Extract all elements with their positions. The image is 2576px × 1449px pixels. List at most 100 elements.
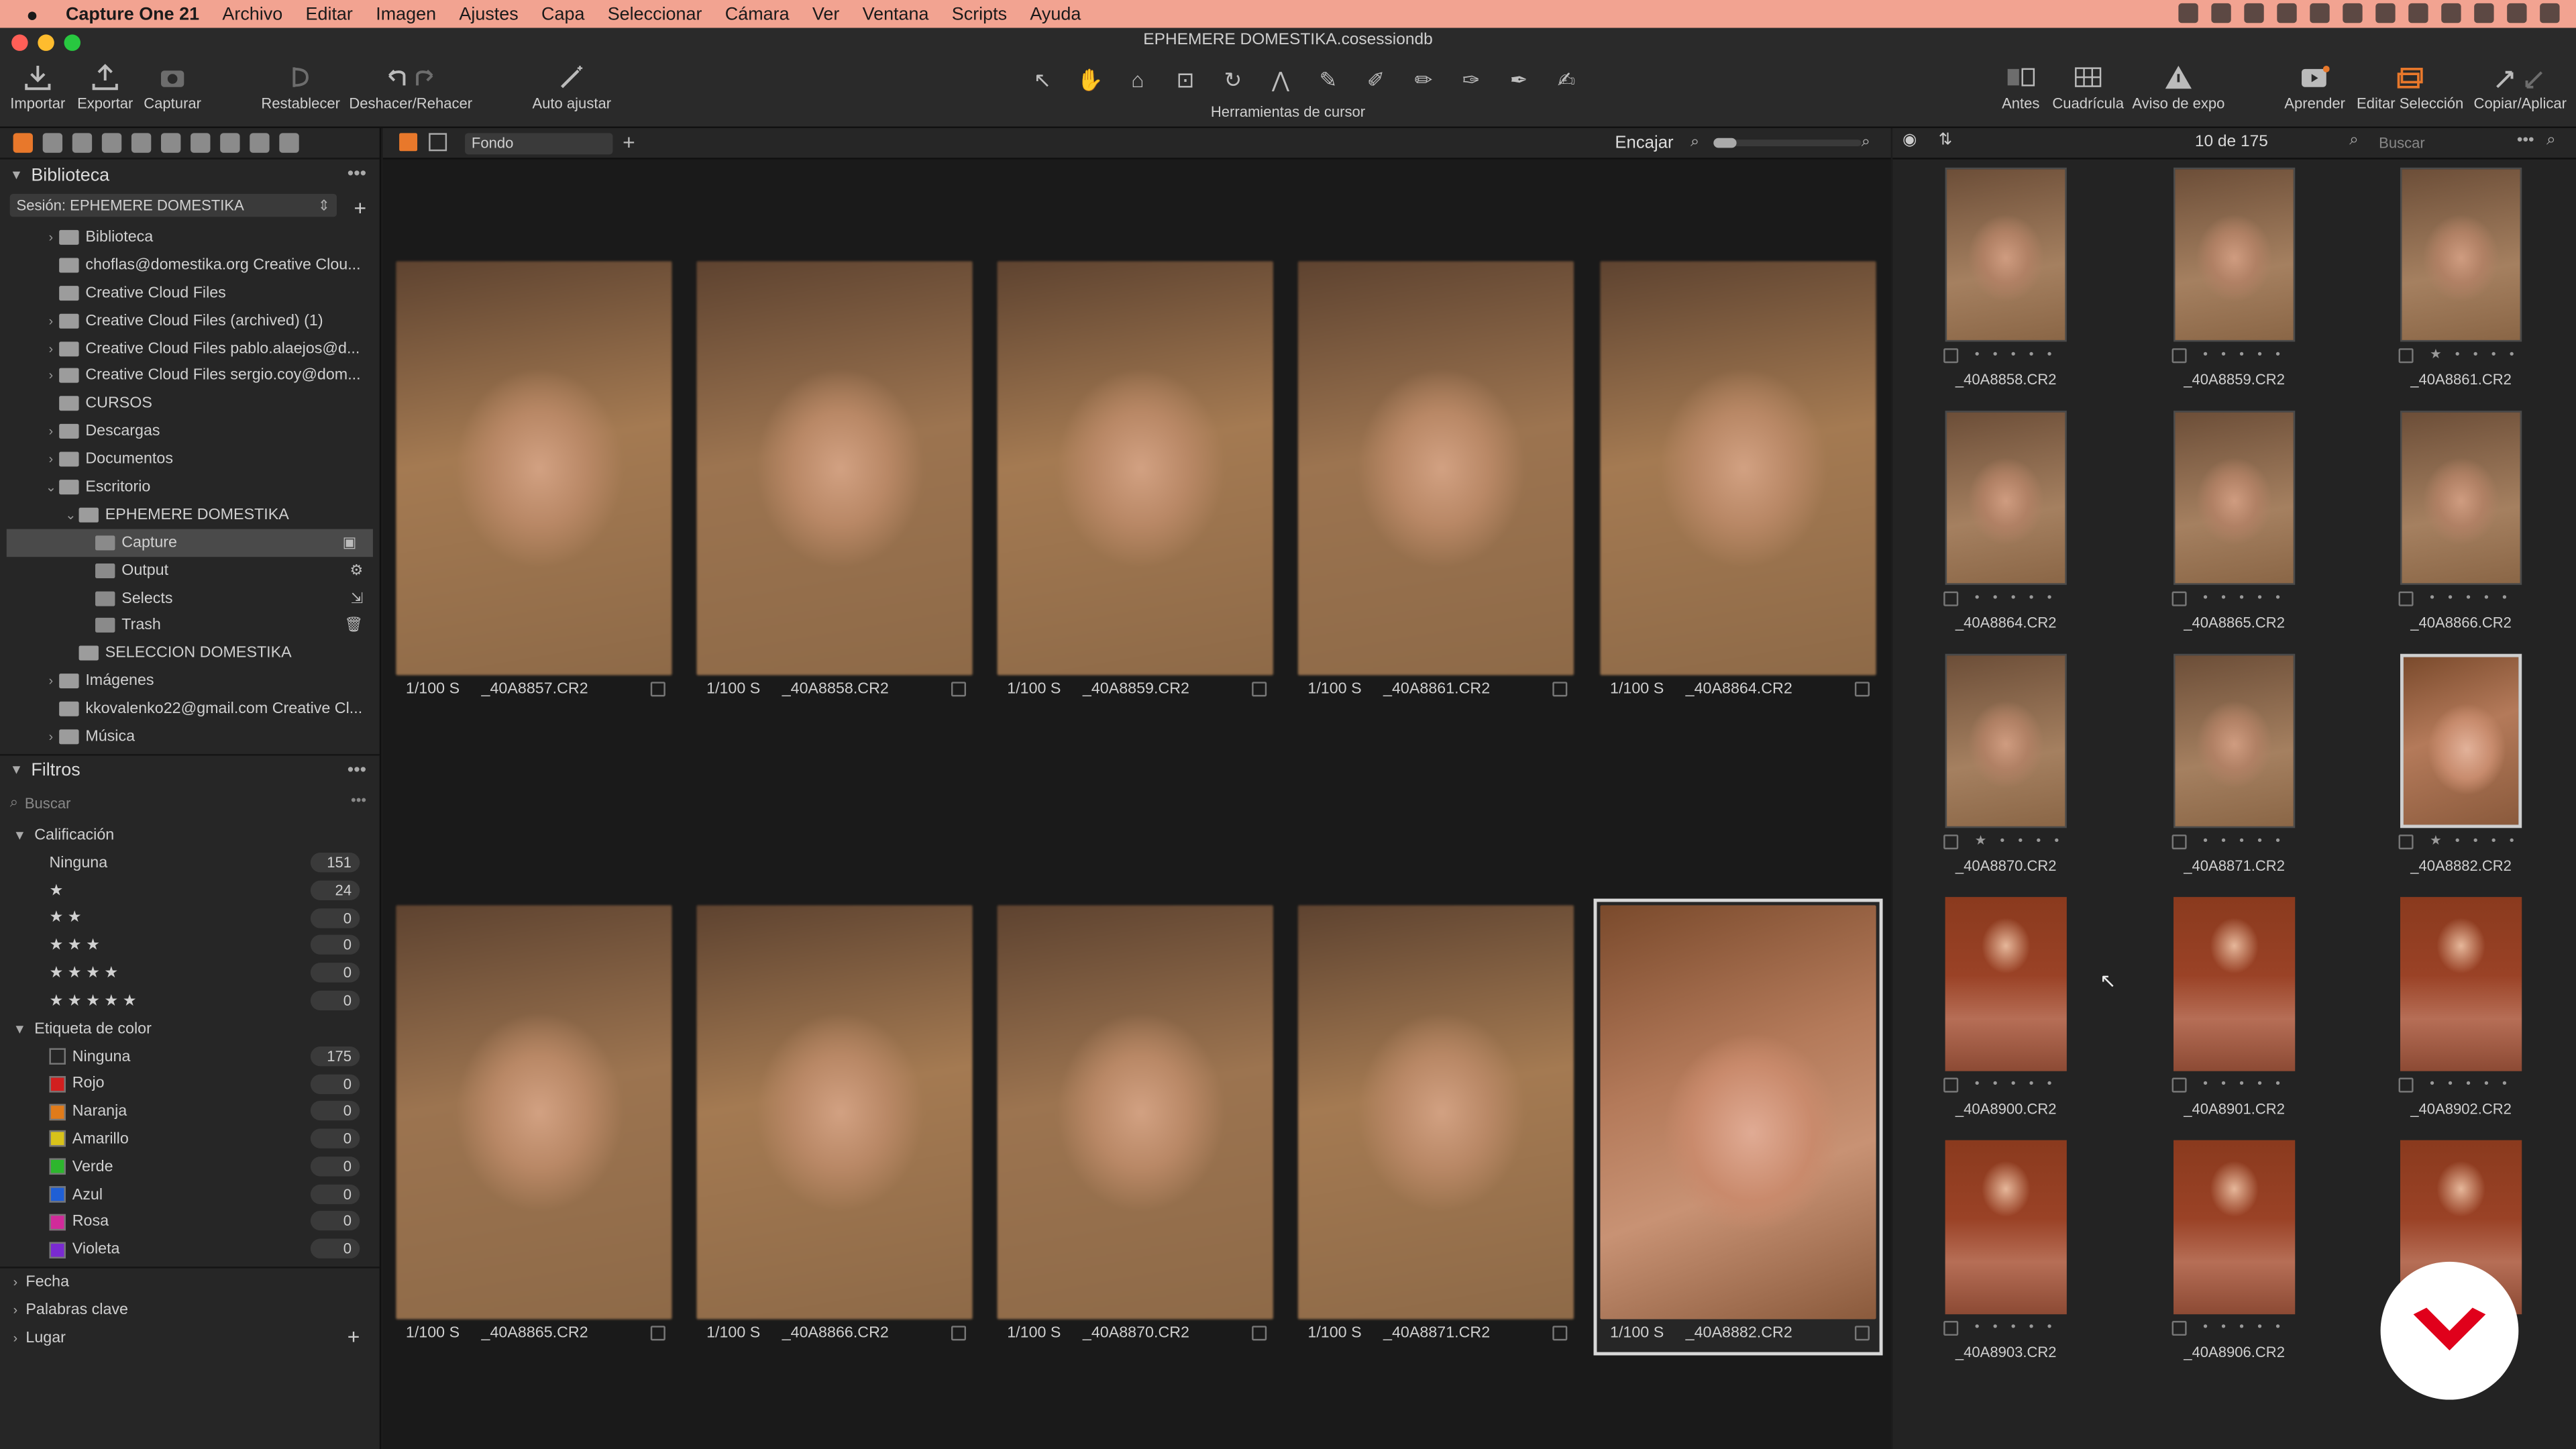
rating-stars[interactable]: ★ • • • •: [2430, 347, 2519, 362]
disclosure-arrow-icon[interactable]: ›: [43, 369, 59, 384]
gradient-mask-icon[interactable]: ✑: [1456, 67, 1487, 93]
menu-camara[interactable]: Cámara: [725, 4, 790, 23]
rating-stars[interactable]: ★ • • • •: [1975, 833, 2064, 848]
add-location-button[interactable]: +: [347, 1324, 360, 1349]
library-tree-item[interactable]: SELECCION DOMESTIKA: [0, 640, 380, 667]
disclosure-arrow-icon[interactable]: ⌄: [62, 507, 78, 522]
settings-tab-icon[interactable]: [279, 133, 299, 153]
keystone-icon[interactable]: ⋀: [1265, 67, 1297, 93]
menu-app[interactable]: Capture One 21: [66, 4, 199, 23]
browser-thumbnail-checkbox[interactable]: [2398, 1077, 2414, 1093]
gear-icon[interactable]: ⚙: [350, 561, 363, 580]
color-filter-item[interactable]: Azul 0: [0, 1181, 380, 1208]
disclosure-arrow-icon[interactable]: ⌄: [43, 480, 59, 494]
browser-thumbnail[interactable]: • • • • • _40A8865.CR2: [2171, 411, 2296, 641]
library-tree-item[interactable]: Trash 🗑: [0, 612, 380, 639]
search-icon[interactable]: [2507, 3, 2527, 23]
more-icon[interactable]: •••: [351, 792, 366, 808]
filter-group-header[interactable]: › Fecha: [0, 1269, 380, 1297]
browser-thumbnail-checkbox[interactable]: [1943, 835, 1959, 850]
browser-thumbnail-checkbox[interactable]: [2398, 835, 2414, 850]
thumbnail-checkbox[interactable]: [1552, 682, 1568, 697]
rating-stars[interactable]: • • • • •: [1975, 590, 2057, 604]
browser-thumbnail[interactable]: • • • • • _40A8900.CR2: [1943, 897, 2067, 1127]
menu-ventana[interactable]: Ventana: [863, 4, 929, 23]
more-icon[interactable]: •••: [2517, 131, 2534, 150]
disclosure-arrow-icon[interactable]: ›: [43, 424, 59, 439]
library-tree-item[interactable]: › Creative Cloud Files pablo.alaejos@d...: [0, 335, 380, 362]
menu-imagen[interactable]: Imagen: [376, 4, 436, 23]
menu-seleccionar[interactable]: Seleccionar: [608, 4, 702, 23]
library-tree-item[interactable]: Selects ⇲: [0, 584, 380, 612]
browser-thumbnail-checkbox[interactable]: [2171, 1077, 2187, 1093]
library-tree-item[interactable]: CURSOS: [0, 390, 380, 417]
pick-color-icon[interactable]: ✍: [1551, 67, 1582, 93]
viewer-thumbnail[interactable]: 1/100 S _40A8865.CR2: [396, 905, 672, 1352]
color-filter-item[interactable]: Rojo 0: [0, 1071, 380, 1098]
rating-stars[interactable]: • • • • •: [2203, 1320, 2285, 1334]
thumbnail-checkbox[interactable]: [650, 682, 665, 697]
rating-filter-item[interactable]: ★ 24: [0, 877, 380, 904]
zoom-in-icon[interactable]: ⌕: [1862, 133, 1870, 151]
library-tree-item[interactable]: › Música: [0, 723, 380, 751]
rating-stars[interactable]: • • • • •: [2203, 833, 2285, 848]
draw-mask-icon[interactable]: ✐: [1360, 67, 1392, 93]
browser-thumbnail[interactable]: ★ • • • • _40A8882.CR2: [2398, 653, 2522, 884]
more-icon[interactable]: •••: [347, 164, 366, 184]
browser-thumbnail-checkbox[interactable]: [2171, 348, 2187, 364]
color-filter-item[interactable]: Ninguna 175: [0, 1042, 380, 1070]
browser-thumbnail-checkbox[interactable]: [1943, 348, 1959, 364]
viewer-thumbnail[interactable]: 1/100 S _40A8870.CR2: [997, 905, 1273, 1352]
session-select[interactable]: Sesión: EPHEMERE DOMESTIKA ⇕: [9, 193, 337, 217]
crop-icon[interactable]: ⊡: [1170, 67, 1201, 93]
control-center-icon[interactable]: [2540, 3, 2560, 23]
viewer-thumbnail[interactable]: 1/100 S _40A8858.CR2: [696, 261, 973, 708]
library-tree-item[interactable]: › Imágenes: [0, 667, 380, 695]
disclosure-arrow-icon[interactable]: ›: [43, 674, 59, 689]
add-session-button[interactable]: +: [354, 195, 367, 220]
color-filter-item[interactable]: Violeta 0: [0, 1236, 380, 1263]
eye-icon[interactable]: ◉: [1902, 131, 1917, 150]
viewer-thumbnail[interactable]: 1/100 S _40A8864.CR2: [1600, 261, 1876, 708]
rating-stars[interactable]: ★ • • • •: [2430, 833, 2519, 848]
filter-group-header[interactable]: › Lugar +: [0, 1324, 380, 1352]
edit-selection-button[interactable]: Editar Selección: [2353, 64, 2467, 112]
rating-filter-item[interactable]: Ninguna 151: [0, 849, 380, 877]
background-dropdown[interactable]: Fondo: [465, 133, 613, 155]
erase-mask-icon[interactable]: ✏: [1408, 67, 1440, 93]
wifi-icon[interactable]: [2408, 3, 2428, 23]
thumbnail-checkbox[interactable]: [1854, 682, 1870, 697]
library-tree-item[interactable]: › Documentos: [0, 445, 380, 473]
viewer-thumbnail[interactable]: 1/100 S _40A8871.CR2: [1297, 905, 1574, 1352]
browser-search-input[interactable]: Buscar: [2379, 135, 2425, 151]
browser-thumbnail-checkbox[interactable]: [1943, 1077, 1959, 1093]
menu-ver[interactable]: Ver: [812, 4, 839, 23]
color-tab-icon[interactable]: [101, 133, 122, 153]
thumbnail-checkbox[interactable]: [951, 1326, 967, 1341]
rating-stars[interactable]: • • • • •: [1975, 1076, 2057, 1091]
color-filter-item[interactable]: Naranja 0: [0, 1098, 380, 1126]
more-icon[interactable]: •••: [347, 761, 366, 780]
browser-thumbnail[interactable]: • • • • • _40A8858.CR2: [1943, 167, 2067, 398]
browser-thumbnail[interactable]: ★ • • • • _40A8870.CR2: [1943, 653, 2067, 884]
disclosure-arrow-icon[interactable]: ›: [43, 230, 59, 245]
zoom-slider-handle[interactable]: [1713, 138, 1737, 148]
disclosure-arrow-icon[interactable]: ›: [43, 452, 59, 467]
thumbnail-checkbox[interactable]: [1252, 682, 1267, 697]
output-tab-icon[interactable]: [250, 133, 270, 153]
selects-icon[interactable]: ⇲: [351, 589, 363, 607]
status-icon[interactable]: [2211, 3, 2231, 23]
library-tree-item[interactable]: › Biblioteca: [0, 223, 380, 251]
menu-capa[interactable]: Capa: [541, 4, 584, 23]
thumbnail-checkbox[interactable]: [951, 682, 967, 697]
capture-folder-icon[interactable]: ▣: [343, 533, 357, 551]
rating-stars[interactable]: • • • • •: [2203, 1076, 2285, 1091]
menu-ayuda[interactable]: Ayuda: [1030, 4, 1081, 23]
status-icon[interactable]: [2244, 3, 2264, 23]
thumbnail-checkbox[interactable]: [1854, 1326, 1870, 1341]
trash-icon[interactable]: 🗑: [344, 617, 363, 635]
viewer-thumbnail[interactable]: 1/100 S _40A8861.CR2: [1297, 261, 1574, 708]
thumbnail-checkbox[interactable]: [1552, 1326, 1568, 1341]
library-section-header[interactable]: ▼ Biblioteca •••: [0, 160, 380, 191]
adjustments-tab-icon[interactable]: [191, 133, 211, 153]
